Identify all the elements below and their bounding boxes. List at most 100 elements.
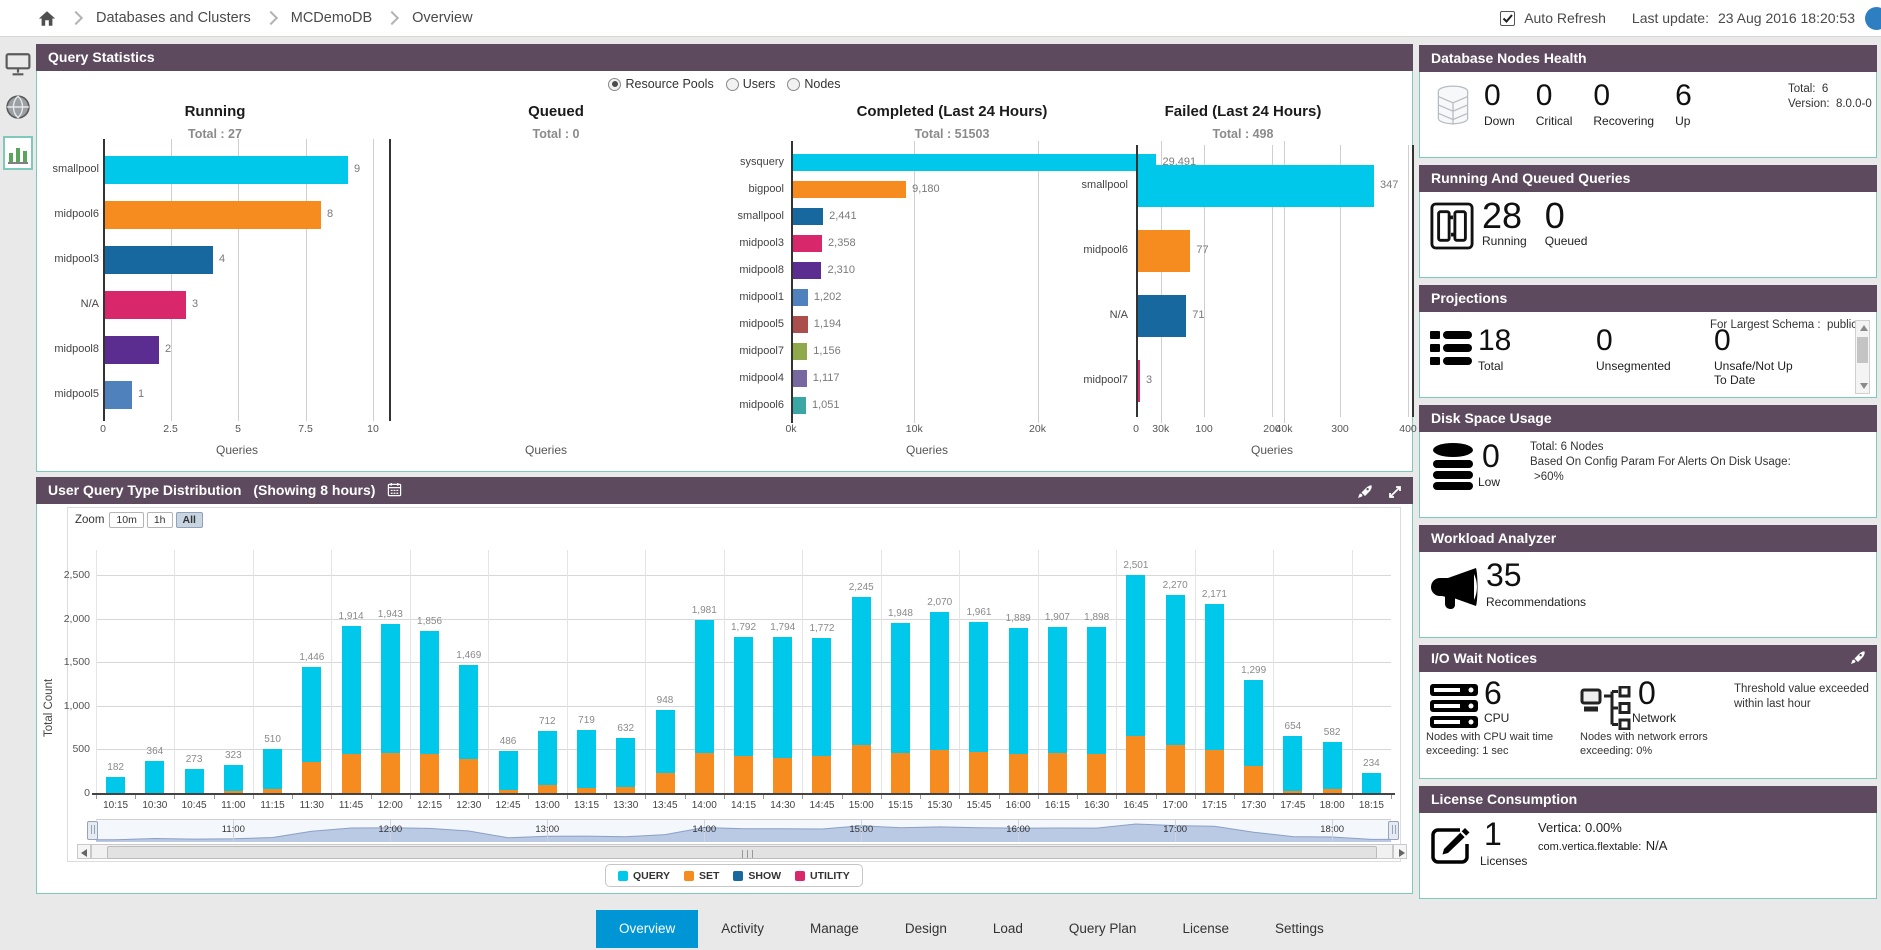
bar-segment-query[interactable] [538,731,557,785]
navigator[interactable]: 11:0012:0013:0014:0015:0016:0017:0018:00 [96,819,1391,841]
bar-segment-query[interactable] [1048,627,1067,754]
legend-swatch [733,871,743,881]
bar-segment-query[interactable] [185,769,204,793]
rocket-icon[interactable] [1850,650,1866,671]
tab-overview[interactable]: Overview [596,910,698,948]
breadcrumb-item[interactable]: MCDemoDB [291,10,372,26]
bar-segment-set[interactable] [538,785,557,793]
tab-design[interactable]: Design [882,910,970,948]
bar-segment-query[interactable] [224,765,243,791]
tab-settings[interactable]: Settings [1252,910,1347,948]
bar-segment-query[interactable] [381,624,400,753]
bar[interactable] [1138,165,1374,207]
bar-segment-query[interactable] [302,667,321,762]
disk-line3: >60% [1530,470,1860,485]
bar-segment-set[interactable] [656,773,675,793]
bar-segment-query[interactable] [1362,773,1381,793]
projections-scrollbar[interactable] [1855,320,1870,394]
bar-segment-query[interactable] [734,637,753,756]
scroll-left-button[interactable] [77,844,91,859]
bar-segment-set[interactable] [577,788,596,793]
bar-segment-set[interactable] [263,789,282,793]
clusters-icon[interactable] [5,94,33,122]
bar-segment-query[interactable] [616,738,635,787]
scrollbar-thumb[interactable] [107,846,1377,859]
navigator-right-handle[interactable] [1388,821,1399,840]
tab-query-plan[interactable]: Query Plan [1046,910,1160,948]
legend-item-show[interactable]: SHOW [733,870,781,882]
workload-panel: Workload Analyzer 35 Recommendations [1419,525,1877,638]
bar-segment-set[interactable] [1205,750,1224,793]
legend-item-set[interactable]: SET [684,870,719,882]
bar-segment-query[interactable] [145,761,164,793]
home-icon[interactable] [38,10,56,27]
bar-segment-set[interactable] [852,745,871,793]
bar-segment-query[interactable] [812,638,831,755]
bar[interactable] [1138,295,1186,337]
chart-scrollbar[interactable] [77,844,1407,859]
bar-segment-query[interactable] [930,612,949,750]
bar-segment-set[interactable] [969,752,988,793]
bar-segment-set[interactable] [1283,791,1302,793]
bar-segment-set[interactable] [224,791,243,793]
bar-segment-set[interactable] [1244,766,1263,793]
legend-item-query[interactable]: QUERY [618,870,670,882]
scroll-right-button[interactable] [1393,844,1407,859]
bar-segment-query[interactable] [106,777,125,793]
bar-segment-set[interactable] [1048,753,1067,793]
bar-segment-query[interactable] [1009,628,1028,753]
stat-value: 28 [1482,199,1527,233]
bar-segment-query[interactable] [263,749,282,790]
tab-manage[interactable]: Manage [787,910,882,948]
bar-segment-set[interactable] [734,756,753,793]
bar-segment-query[interactable] [969,622,988,752]
bar-segment-set[interactable] [1009,754,1028,793]
bar-segment-set[interactable] [1087,754,1106,793]
bar-segment-set[interactable] [381,753,400,793]
bar-segment-set[interactable] [1323,789,1342,793]
breadcrumb-item[interactable]: Databases and Clusters [96,10,251,26]
bar-segment-query[interactable] [1087,627,1106,753]
bar-segment-query[interactable] [1283,736,1302,791]
bar-segment-set[interactable] [302,762,321,793]
legend-item-utility[interactable]: UTILITY [795,870,850,882]
bar-segment-query[interactable] [342,626,361,754]
bar-segment-set[interactable] [930,750,949,793]
bar-segment-query[interactable] [577,730,596,788]
bar-segment-set[interactable] [342,754,361,793]
bar[interactable] [1138,230,1190,272]
bar-segment-query[interactable] [891,623,910,753]
navigator-left-handle[interactable] [87,821,98,840]
auto-refresh-checkbox[interactable] [1500,11,1515,26]
bar-segment-query[interactable] [499,751,518,790]
tab-activity[interactable]: Activity [698,910,787,948]
tab-load[interactable]: Load [970,910,1046,948]
bar-segment-set[interactable] [1166,745,1185,793]
tab-license[interactable]: License [1159,910,1252,948]
refresh-status-icon[interactable] [1865,7,1881,30]
bar[interactable] [1138,360,1140,402]
bar-segment-set[interactable] [499,790,518,793]
bar-segment-set[interactable] [773,758,792,793]
bar-segment-query[interactable] [420,631,439,754]
bar-segment-set[interactable] [1126,736,1145,793]
scrollbar-track[interactable] [91,844,1393,859]
bar-segment-set[interactable] [420,754,439,793]
bar-segment-set[interactable] [459,759,478,793]
bar-segment-query[interactable] [459,665,478,760]
bar-segment-query[interactable] [1126,575,1145,736]
bar-segment-set[interactable] [616,787,635,793]
bar-segment-query[interactable] [1205,604,1224,751]
bar-segment-query[interactable] [695,620,714,753]
bar-segment-set[interactable] [812,756,831,793]
bar-segment-set[interactable] [891,753,910,793]
bar-segment-query[interactable] [1323,742,1342,789]
bar-segment-query[interactable] [773,637,792,758]
bar-segment-set[interactable] [695,753,714,793]
monitor-icon[interactable] [5,52,33,80]
bar-segment-query[interactable] [852,597,871,745]
bar-segment-query[interactable] [656,710,675,773]
bar-segment-query[interactable] [1244,680,1263,766]
breadcrumb-item[interactable]: Overview [412,10,472,26]
bar-segment-query[interactable] [1166,595,1185,745]
